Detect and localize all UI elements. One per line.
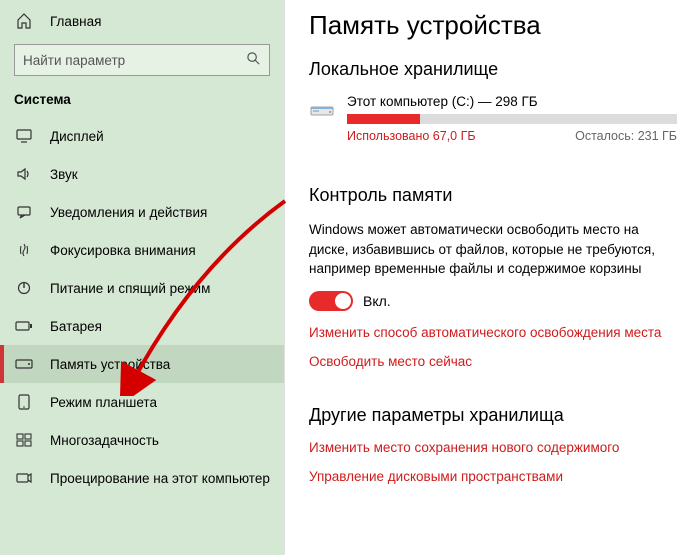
storage-sense-toggle-row: Вкл. [309, 291, 676, 311]
multitask-icon [14, 433, 34, 447]
used-label: Использовано 67,0 ГБ [347, 129, 476, 143]
link-manage-storage-spaces[interactable]: Управление дисковыми пространствами [309, 469, 676, 484]
storage-icon [14, 359, 34, 369]
sidebar-item-battery[interactable]: Батарея [0, 307, 284, 345]
power-icon [14, 280, 34, 296]
storage-sense-toggle[interactable] [309, 291, 353, 311]
local-storage-title: Локальное хранилище [309, 59, 676, 80]
display-icon [14, 129, 34, 143]
sidebar-item-label: Дисплей [50, 129, 104, 144]
sidebar-item-label: Режим планшета [50, 395, 157, 410]
home-icon [14, 13, 34, 29]
tablet-icon [14, 394, 34, 410]
sidebar-item-project[interactable]: Проецирование на этот компьютер [0, 459, 284, 497]
link-change-auto-free[interactable]: Изменить способ автоматического освобожд… [309, 325, 676, 340]
sidebar-item-storage[interactable]: Память устройства [0, 345, 284, 383]
sidebar-item-sound[interactable]: Звук [0, 155, 284, 193]
remaining-label: Осталось: 231 ГБ [575, 129, 677, 143]
drive-label: Этот компьютер (C:) — 298 ГБ [347, 94, 677, 109]
toggle-label: Вкл. [363, 293, 391, 309]
sidebar-item-label: Батарея [50, 319, 102, 334]
search-input[interactable] [14, 44, 270, 76]
project-icon [14, 471, 34, 485]
sidebar-group-header: Система [0, 86, 284, 117]
drive-meta: Использовано 67,0 ГБ Осталось: 231 ГБ [347, 129, 677, 143]
sidebar-item-label: Питание и спящий режим [50, 281, 210, 296]
focus-icon [14, 242, 34, 258]
sidebar-item-label: Память устройства [50, 357, 170, 372]
drive-block[interactable]: Этот компьютер (C:) — 298 ГБ Использован… [309, 94, 676, 143]
notifications-icon [14, 205, 34, 219]
link-free-now[interactable]: Освободить место сейчас [309, 354, 676, 369]
sidebar-item-label: Многозадачность [50, 433, 159, 448]
content-pane: Память устройства Локальное хранилище Эт… [285, 0, 700, 555]
sidebar-item-display[interactable]: Дисплей [0, 117, 284, 155]
home-button[interactable]: Главная [0, 4, 284, 38]
sidebar-item-label: Звук [50, 167, 78, 182]
sidebar-item-label: Уведомления и действия [50, 205, 207, 220]
sound-icon [14, 167, 34, 181]
sidebar-item-label: Фокусировка внимания [50, 243, 196, 258]
sidebar-item-notifications[interactable]: Уведомления и действия [0, 193, 284, 231]
sidebar-item-power[interactable]: Питание и спящий режим [0, 269, 284, 307]
storage-sense-description: Windows может автоматически освободить м… [309, 220, 676, 279]
sidebar-item-multitask[interactable]: Многозадачность [0, 421, 284, 459]
sidebar-item-label: Проецирование на этот компьютер [50, 471, 270, 486]
storage-progress-fill [347, 114, 420, 124]
home-label: Главная [50, 14, 101, 29]
sidebar: Главная Система Дисплей Звук Уведомления… [0, 0, 285, 555]
drive-icon [309, 96, 335, 118]
sidebar-item-tablet[interactable]: Режим планшета [0, 383, 284, 421]
page-title: Память устройства [309, 10, 676, 41]
sidebar-item-focus[interactable]: Фокусировка внимания [0, 231, 284, 269]
search-icon [246, 51, 261, 69]
link-change-save-location[interactable]: Изменить место сохранения нового содержи… [309, 440, 676, 455]
storage-sense-title: Контроль памяти [309, 185, 676, 206]
search-field[interactable] [23, 53, 223, 68]
storage-progress [347, 114, 677, 124]
battery-icon [14, 320, 34, 332]
other-storage-title: Другие параметры хранилища [309, 405, 676, 426]
